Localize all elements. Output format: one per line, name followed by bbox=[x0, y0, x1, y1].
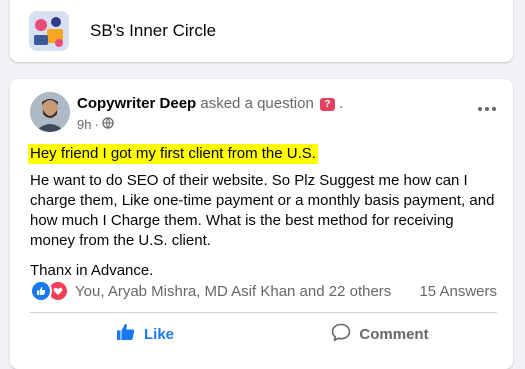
thumbs-up-icon bbox=[116, 323, 144, 345]
group-name[interactable]: SB's Inner Circle bbox=[90, 21, 216, 41]
action-divider bbox=[30, 312, 497, 313]
meta-separator: · bbox=[94, 117, 99, 132]
comment-label: Comment bbox=[359, 325, 429, 343]
post-body: He want to do SEO of their website. So P… bbox=[30, 171, 500, 281]
comment-button[interactable]: Comment bbox=[263, 316, 497, 352]
post-time[interactable]: 9h bbox=[77, 117, 91, 132]
post-highlight-text: Hey friend I got my first client from th… bbox=[28, 144, 318, 164]
author-action-suffix: . bbox=[339, 95, 344, 112]
post-body-text: He want to do SEO of their website. So P… bbox=[30, 172, 495, 249]
like-reaction-icon bbox=[30, 280, 52, 302]
reactions-summary[interactable]: You, Aryab Mishra, MD Asif Khan and 22 o… bbox=[30, 280, 391, 302]
author-name[interactable]: Copywriter Deep bbox=[77, 95, 196, 112]
like-button[interactable]: Like bbox=[30, 316, 260, 352]
post-meta: 9h · bbox=[77, 117, 114, 132]
globe-icon bbox=[102, 117, 114, 132]
group-thumbnail[interactable] bbox=[29, 11, 69, 51]
group-header: SB's Inner Circle bbox=[10, 0, 513, 62]
author-line: Copywriter Deep asked a question ? . bbox=[77, 95, 343, 112]
like-label: Like bbox=[143, 325, 174, 343]
question-icon: ? bbox=[319, 98, 335, 111]
author-action-text: asked a question bbox=[200, 95, 314, 112]
answers-count[interactable]: 15 Answers bbox=[419, 283, 497, 300]
more-options-icon[interactable] bbox=[475, 101, 499, 117]
post-thanks-text: Thanx in Advance. bbox=[30, 262, 154, 279]
question-post: Copywriter Deep asked a question ? . 9h … bbox=[10, 79, 513, 369]
speech-bubble-icon bbox=[331, 323, 359, 346]
author-avatar[interactable] bbox=[30, 92, 70, 132]
reactors-text[interactable]: You, Aryab Mishra, MD Asif Khan and 22 o… bbox=[75, 283, 391, 300]
